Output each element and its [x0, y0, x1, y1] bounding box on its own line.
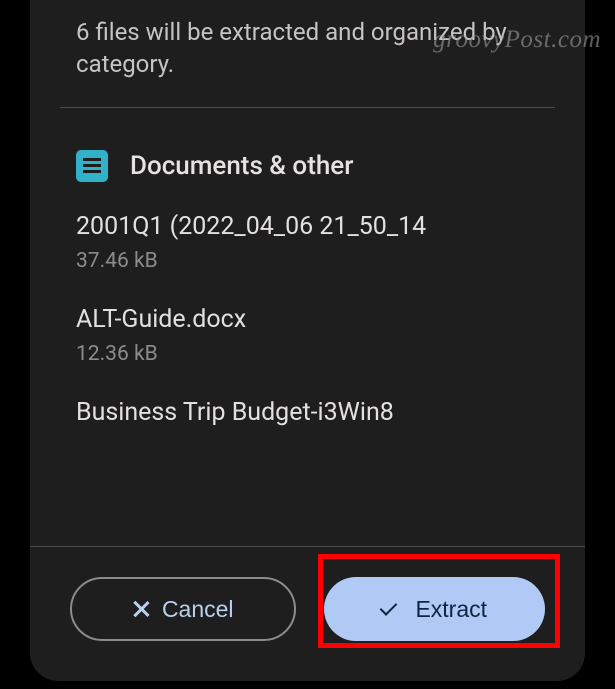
- file-size: 12.36 kB: [76, 342, 539, 366]
- file-name: ALT-Guide.docx: [76, 305, 539, 334]
- section-header: Documents & other: [30, 108, 585, 182]
- cancel-button-label: Cancel: [162, 596, 234, 623]
- check-icon: [381, 601, 403, 617]
- cancel-button[interactable]: Cancel: [70, 577, 296, 641]
- extract-dialog: 6 files will be extracted and organized …: [30, 0, 585, 681]
- dialog-footer: Cancel Extract: [30, 546, 585, 681]
- file-list: 2001Q1 (2022_04_06 21_50_14 37.46 kB ALT…: [30, 182, 585, 546]
- file-name: 2001Q1 (2022_04_06 21_50_14: [76, 212, 539, 241]
- list-item[interactable]: ALT-Guide.docx 12.36 kB: [76, 305, 539, 366]
- document-icon: [76, 150, 108, 182]
- section-title: Documents & other: [130, 151, 353, 181]
- dialog-description: 6 files will be extracted and organized …: [30, 0, 585, 107]
- extract-button[interactable]: Extract: [324, 577, 546, 641]
- list-item[interactable]: Business Trip Budget-i3Win8: [76, 398, 539, 427]
- list-item[interactable]: 2001Q1 (2022_04_06 21_50_14 37.46 kB: [76, 212, 539, 273]
- close-icon: [132, 600, 150, 618]
- file-name: Business Trip Budget-i3Win8: [76, 398, 539, 427]
- extract-button-label: Extract: [415, 596, 487, 623]
- file-size: 37.46 kB: [76, 249, 539, 273]
